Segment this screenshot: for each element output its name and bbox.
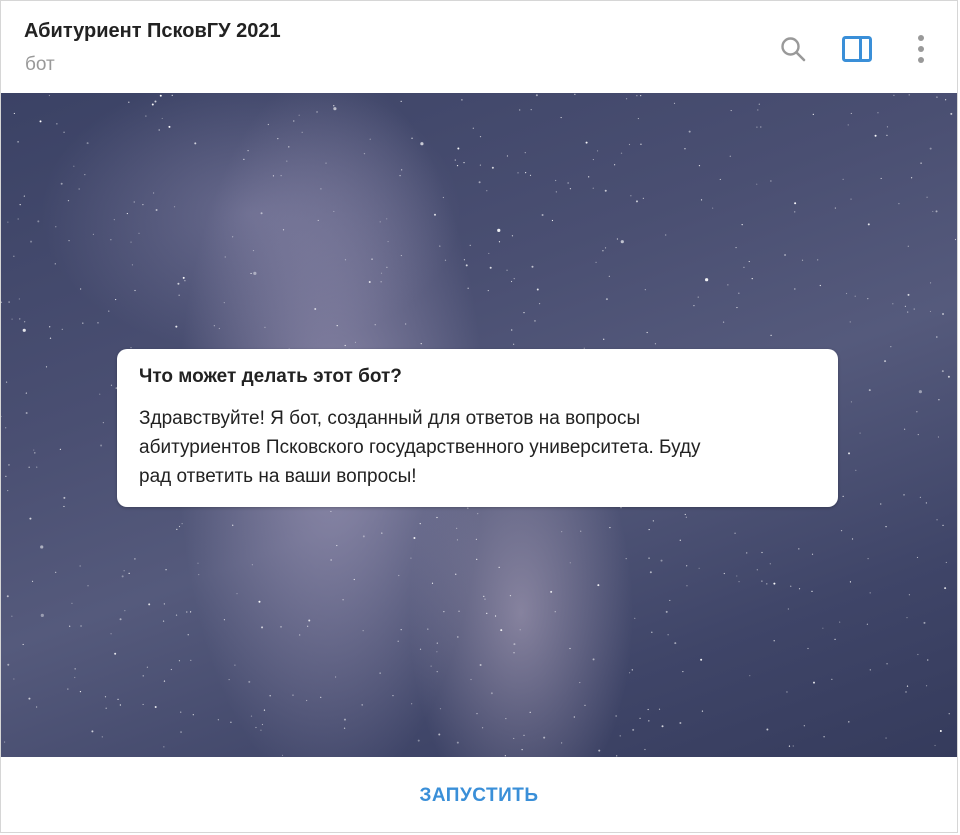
- bot-description-line: рад ответить на ваши вопросы!: [139, 466, 417, 487]
- header-actions: [775, 31, 939, 67]
- start-button[interactable]: ЗАПУСТИТЬ: [399, 777, 558, 815]
- bot-description-line: абитуриентов Псковского государственного…: [139, 437, 701, 458]
- more-vertical-icon: [918, 35, 924, 63]
- chat-title[interactable]: Абитуриент ПсковГУ 2021: [24, 20, 281, 43]
- chat-background: Что может делать этот бот? Здравствуйте!…: [1, 93, 957, 757]
- sidebar-toggle-icon: [842, 36, 872, 62]
- bot-description-line: Здравствуйте! Я бот, созданный для ответ…: [139, 408, 641, 429]
- chat-status: бот: [25, 54, 55, 75]
- bot-description-card: Что может делать этот бот? Здравствуйте!…: [117, 349, 838, 507]
- sidebar-toggle-button[interactable]: [839, 31, 875, 67]
- more-button[interactable]: [903, 31, 939, 67]
- search-button[interactable]: [775, 31, 811, 67]
- bot-description-text: Здравствуйте! Я бот, созданный для ответ…: [139, 404, 816, 491]
- chat-footer: ЗАПУСТИТЬ: [1, 757, 957, 833]
- chat-window: Абитуриент ПсковГУ 2021 бот Что может де…: [0, 0, 958, 833]
- search-icon: [781, 37, 806, 62]
- chat-header: Абитуриент ПсковГУ 2021 бот: [1, 1, 957, 93]
- footer-strip: [1, 832, 135, 833]
- bot-description-title: Что может делать этот бот?: [139, 366, 402, 387]
